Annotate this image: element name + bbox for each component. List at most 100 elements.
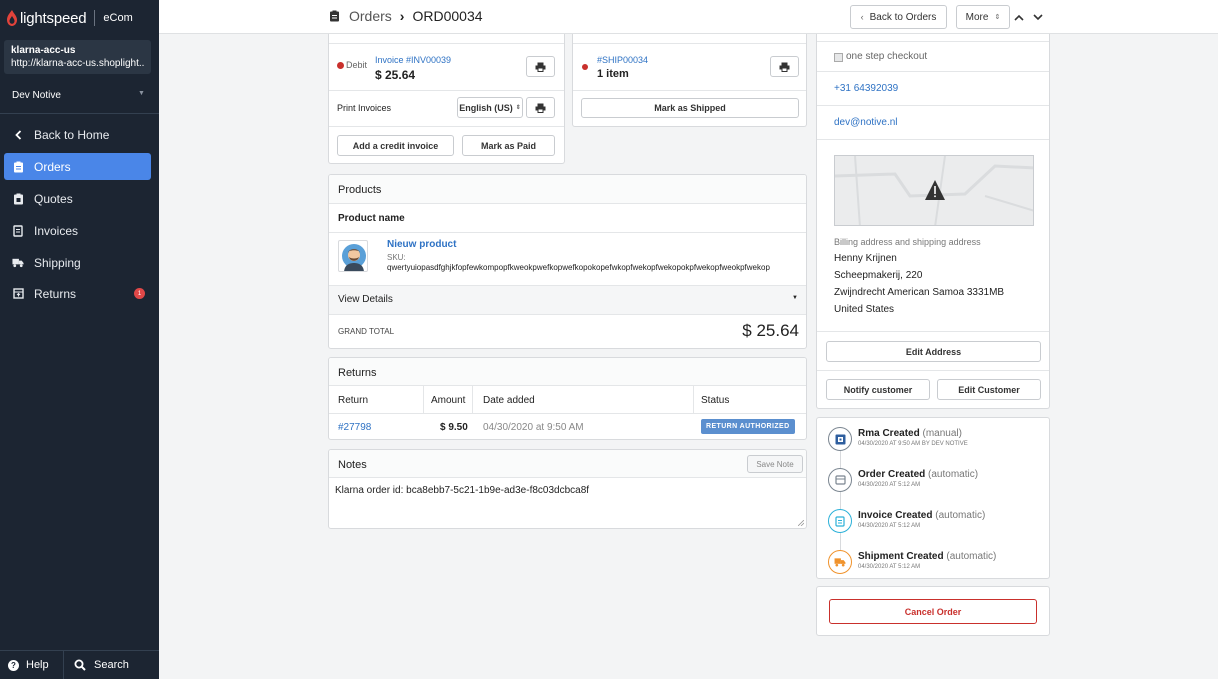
timeline-item: Shipment Created (automatic) 04/30/2020 … xyxy=(828,550,1048,578)
invoice-icon xyxy=(835,515,845,527)
top-header: Orders › ORD00034 ‹ Back to Orders More … xyxy=(159,0,1218,34)
sidebar-item-quotes[interactable]: Quotes xyxy=(4,185,151,212)
timeline-card: Rma Created (manual) 04/30/2020 AT 9:50 … xyxy=(816,417,1050,579)
language-select[interactable]: English (US) ⇕ xyxy=(457,97,523,118)
order-icon xyxy=(834,475,846,485)
print-invoice-button[interactable] xyxy=(526,56,555,77)
returns-header: Returns xyxy=(329,358,806,386)
search-label: Search xyxy=(94,659,129,671)
timeline-title-text: Invoice Created xyxy=(858,510,933,521)
sidebar-footer: ? Help Search xyxy=(0,650,159,679)
sidebar-item-orders[interactable]: Orders xyxy=(4,153,151,180)
email-row: dev@notive.nl xyxy=(817,106,1049,140)
phone-row: +31 64392039 xyxy=(817,72,1049,106)
resize-handle-icon[interactable] xyxy=(798,520,804,526)
address-map[interactable] xyxy=(834,155,1034,226)
save-note-button[interactable]: Save Note xyxy=(747,455,803,473)
invoice-status: Debit xyxy=(337,60,367,70)
invoice-card: Debit Invoice #INV00039 $ 25.64 Print In… xyxy=(328,34,565,164)
lightspeed-logo[interactable]: lightspeed eCom xyxy=(6,8,133,28)
brand-product: eCom xyxy=(103,12,133,24)
product-avatar[interactable] xyxy=(338,240,368,272)
account-url: http://klarna-acc-us.shoplight... xyxy=(11,58,144,69)
grand-total-label: GRAND TOTAL xyxy=(338,327,395,336)
cancel-order-button[interactable]: Cancel Order xyxy=(829,599,1037,624)
view-details-label: View Details xyxy=(338,294,393,305)
customer-divider xyxy=(817,331,1049,332)
sidebar-item-label: Orders xyxy=(34,159,71,174)
product-name-column: Product name xyxy=(338,213,405,224)
mark-as-shipped-button[interactable]: Mark as Shipped xyxy=(581,98,799,118)
customer-card: one step checkout +31 64392039 dev@notiv… xyxy=(816,34,1050,409)
store-selector[interactable]: Dev Notive xyxy=(12,90,61,101)
grand-total-row: GRAND TOTAL $ 25.64 xyxy=(329,315,806,348)
edit-address-button[interactable]: Edit Address xyxy=(826,341,1041,362)
return-id-link[interactable]: #27798 xyxy=(338,422,371,433)
returns-count-badge: 1 xyxy=(134,288,145,299)
view-details-toggle[interactable]: View Details ▼ xyxy=(329,286,806,315)
invoice-status-label: Debit xyxy=(346,60,368,70)
invoice-link[interactable]: Invoice #INV00039 xyxy=(375,55,451,65)
timeline-item: Invoice Created (automatic) 04/30/2020 A… xyxy=(828,509,1048,539)
timeline-item: Order Created (automatic) 04/30/2020 AT … xyxy=(828,468,1048,498)
shipment-link[interactable]: #SHIP00034 xyxy=(597,55,648,65)
returns-title: Returns xyxy=(338,367,377,379)
more-label: More xyxy=(965,11,989,23)
edit-customer-button[interactable]: Edit Customer xyxy=(937,379,1041,400)
sidebar-item-invoices[interactable]: Invoices xyxy=(4,217,151,244)
sidebar-item-returns[interactable]: Returns 1 xyxy=(4,280,151,307)
timeline-meta: 04/30/2020 AT 5:12 AM xyxy=(858,482,921,488)
breadcrumb-separator-icon: › xyxy=(399,8,405,24)
date-added-column: Date added xyxy=(483,395,535,406)
products-title: Products xyxy=(338,184,382,196)
truck-icon xyxy=(834,558,846,567)
add-credit-invoice-button[interactable]: Add a credit invoice xyxy=(337,135,454,156)
status-badge: RETURN AUTHORIZED xyxy=(701,419,795,434)
timeline-mode: (automatic) xyxy=(928,469,979,480)
timeline-mode: (manual) xyxy=(922,428,962,439)
map-placeholder-icon xyxy=(835,156,1033,225)
updown-caret-icon: ⇕ xyxy=(515,105,521,111)
returns-card: Returns Return Amount Date added Status … xyxy=(328,357,807,440)
breadcrumb-orders[interactable]: Orders xyxy=(349,8,392,24)
customer-phone[interactable]: +31 64392039 xyxy=(834,83,898,94)
sidebar-item-back-home[interactable]: Back to Home xyxy=(4,121,151,148)
timeline-title-text: Order Created xyxy=(858,469,926,480)
avatar-illustration-icon xyxy=(342,244,366,271)
shipment-card-top xyxy=(573,34,806,44)
previous-order-button[interactable] xyxy=(1010,5,1028,29)
table-row[interactable]: #27798 $ 9.50 04/30/2020 at 9:50 AM RETU… xyxy=(329,414,806,439)
return-column: Return xyxy=(338,395,369,406)
account-switcher[interactable]: klarna-acc-us http://klarna-acc-us.shopl… xyxy=(4,40,151,74)
timeline-node xyxy=(828,468,852,492)
checkbox-icon[interactable] xyxy=(834,53,843,62)
notify-customer-button[interactable]: Notify customer xyxy=(826,379,930,400)
timeline-node xyxy=(828,509,852,533)
printer-icon xyxy=(779,62,790,72)
search-button[interactable]: Search xyxy=(64,651,129,679)
notes-textarea[interactable]: Klarna order id: bca8ebb7-5c21-1b9e-ad3e… xyxy=(329,478,806,528)
column-divider xyxy=(472,386,473,414)
return-amount: $ 9.50 xyxy=(440,422,468,433)
back-to-orders-button[interactable]: ‹ Back to Orders xyxy=(850,5,947,29)
checkout-row: one step checkout xyxy=(817,42,1049,72)
timeline-node xyxy=(828,550,852,574)
timeline-title: Invoice Created (automatic) xyxy=(858,510,985,521)
next-order-button[interactable] xyxy=(1029,5,1047,29)
customer-email[interactable]: dev@notive.nl xyxy=(834,117,898,128)
customer-divider xyxy=(817,370,1049,371)
timeline-title: Order Created (automatic) xyxy=(858,469,978,480)
print-shipment-button[interactable] xyxy=(770,56,799,77)
print-invoices-button[interactable] xyxy=(526,97,555,118)
mark-as-paid-button[interactable]: Mark as Paid xyxy=(462,135,555,156)
sidebar-item-shipping[interactable]: Shipping xyxy=(4,249,151,276)
chevron-down-icon xyxy=(1033,13,1043,20)
return-box-icon xyxy=(12,288,24,300)
help-label: Help xyxy=(26,659,49,671)
product-name-link[interactable]: Nieuw product xyxy=(387,239,456,250)
caret-down-icon[interactable]: ▼ xyxy=(138,90,145,97)
more-dropdown[interactable]: More ⇕ xyxy=(956,5,1010,29)
help-button[interactable]: ? Help xyxy=(0,650,64,679)
clipboard-icon xyxy=(12,161,24,173)
logo-divider xyxy=(94,10,96,26)
